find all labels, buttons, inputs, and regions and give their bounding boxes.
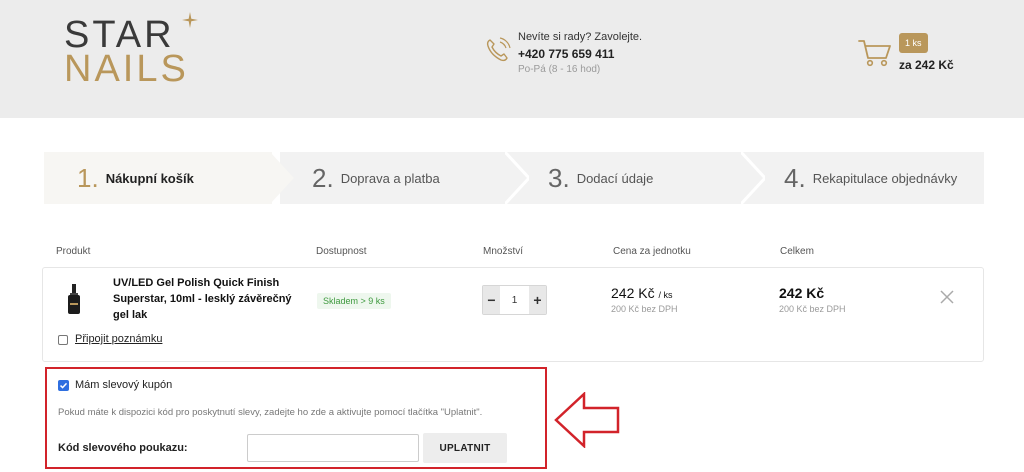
star-nails-logo[interactable]: STAR NAILS bbox=[62, 12, 202, 90]
unit-price: 242 Kč / ks bbox=[611, 285, 673, 301]
arrow-left-icon bbox=[554, 392, 620, 448]
coupon-section: Mám slevový kupón Pokud máte k dispozici… bbox=[45, 367, 547, 469]
phone-icon bbox=[486, 37, 511, 62]
step-label: Doprava a platba bbox=[340, 170, 440, 186]
contact-block: Nevíte si rady? Zavolejte. +420 775 659 … bbox=[518, 30, 642, 77]
cart-total[interactable]: za 242 Kč bbox=[899, 58, 954, 72]
col-header-quantity: Množství bbox=[483, 246, 524, 257]
step-label: Nákupní košík bbox=[105, 170, 194, 186]
note-checkbox[interactable] bbox=[58, 335, 68, 345]
contact-hours: Po-Pá (8 - 16 hod) bbox=[518, 64, 601, 76]
sparkle-icon bbox=[182, 12, 198, 28]
unit-price-value: 242 Kč bbox=[611, 285, 655, 301]
product-name-link[interactable]: UV/LED Gel Polish Quick Finish Superstar… bbox=[113, 276, 293, 324]
line-total: 242 Kč bbox=[779, 285, 825, 301]
product-thumbnail[interactable] bbox=[67, 284, 81, 314]
add-note-link[interactable]: Připojit poznámku bbox=[75, 333, 162, 345]
cart-item-row: UV/LED Gel Polish Quick Finish Superstar… bbox=[42, 267, 984, 362]
qty-input[interactable]: 1 bbox=[500, 286, 529, 314]
cart-icon[interactable] bbox=[858, 38, 892, 68]
col-header-total: Celkem bbox=[780, 246, 814, 257]
coupon-info-text: Pokud máte k dispozici kód pro poskytnut… bbox=[58, 407, 483, 418]
step-number: 1. bbox=[77, 162, 99, 193]
step-shipping[interactable]: 2. Doprava a platba bbox=[280, 152, 510, 204]
unit-price-suffix: / ks bbox=[658, 290, 673, 300]
stock-badge: Skladem > 9 ks bbox=[317, 293, 391, 309]
contact-phone[interactable]: +420 775 659 411 bbox=[518, 46, 642, 62]
checkout-steps: 1. Nákupní košík 2. Doprava a platba 3. … bbox=[44, 152, 984, 204]
step-number: 4. bbox=[784, 162, 806, 193]
step-cart[interactable]: 1. Nákupní košík bbox=[44, 152, 272, 204]
contact-question: Nevíte si rady? Zavolejte. bbox=[518, 31, 643, 43]
qty-increase-button[interactable]: + bbox=[529, 286, 546, 314]
line-total-net: 200 Kč bez DPH bbox=[779, 304, 846, 314]
step-delivery-details[interactable]: 3. Dodací údaje bbox=[516, 152, 746, 204]
step-summary[interactable]: 4. Rekapitulace objednávky bbox=[752, 152, 984, 204]
step-label: Rekapitulace objednávky bbox=[812, 170, 958, 186]
col-header-availability: Dostupnost bbox=[316, 246, 367, 257]
check-icon bbox=[59, 382, 68, 389]
col-header-unit-price: Cena za jednotku bbox=[613, 246, 691, 257]
coupon-code-label: Kód slevového poukazu: bbox=[58, 442, 188, 454]
cart-count-badge[interactable]: 1 ks bbox=[899, 33, 928, 53]
apply-coupon-button[interactable]: UPLATNIT bbox=[423, 433, 507, 463]
close-icon[interactable] bbox=[939, 289, 955, 305]
step-number: 2. bbox=[312, 162, 334, 193]
coupon-code-input[interactable] bbox=[247, 434, 419, 462]
unit-price-net: 200 Kč bez DPH bbox=[611, 304, 678, 314]
logo-line-2: NAILS bbox=[64, 48, 189, 90]
qty-decrease-button[interactable]: − bbox=[483, 286, 500, 314]
coupon-checkbox[interactable] bbox=[58, 380, 69, 391]
step-label: Dodací údaje bbox=[576, 170, 654, 186]
quantity-stepper: − 1 + bbox=[482, 285, 547, 315]
site-header: STAR NAILS Nevíte si rady? Zavolejte. +4… bbox=[0, 0, 1024, 118]
step-number: 3. bbox=[548, 162, 570, 193]
coupon-checkbox-label[interactable]: Mám slevový kupón bbox=[75, 379, 172, 391]
col-header-product: Produkt bbox=[56, 246, 91, 257]
